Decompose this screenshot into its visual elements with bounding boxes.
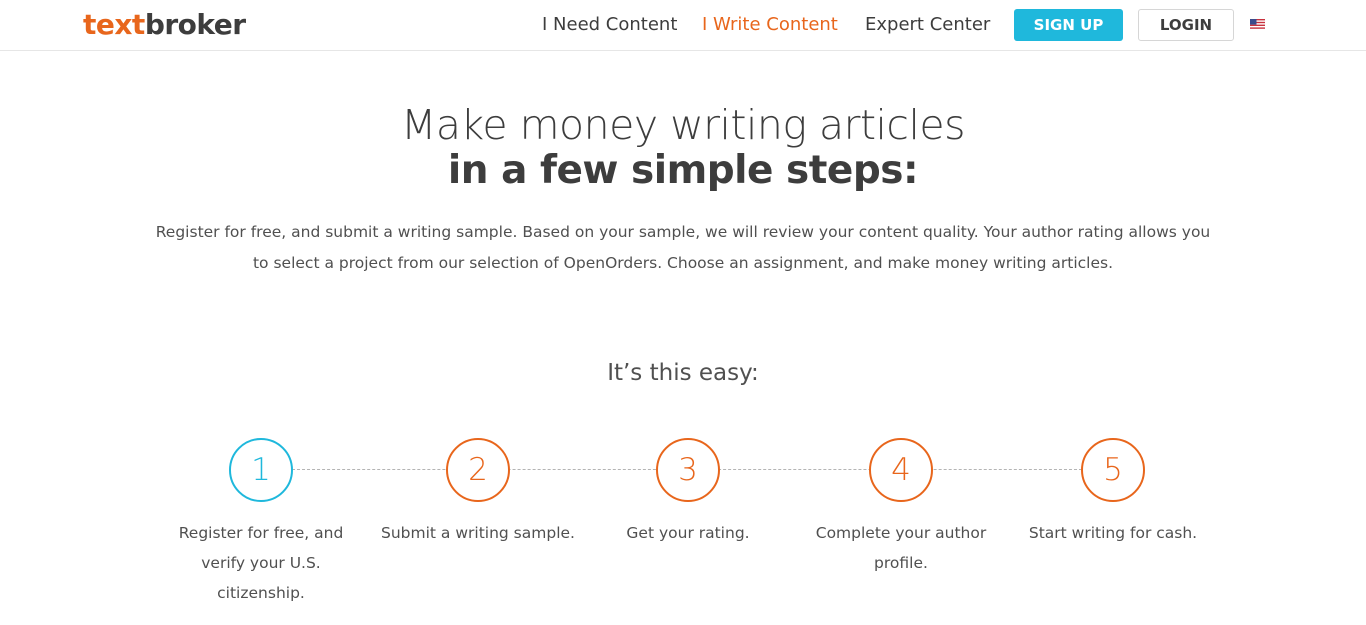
site-header: textbroker I Need Content I Write Conten… [0, 0, 1366, 51]
hero-description: Register for free, and submit a writing … [155, 223, 1211, 272]
signup-button[interactable]: SIGN UP [1014, 9, 1123, 41]
step-2-label: Submit a writing sample. [381, 524, 575, 542]
hero-title-line2: in a few simple steps: [447, 148, 919, 193]
logo-text-part: text [83, 8, 145, 41]
hero-title-line1: Make money writing articles [401, 101, 965, 149]
textbroker-logo[interactable]: textbroker [83, 8, 246, 42]
steps-title: It’s this easy: [607, 360, 759, 386]
login-button[interactable]: LOGIN [1138, 9, 1234, 41]
step-2-circle: 2 [446, 438, 510, 502]
logo-broker-part: broker [144, 8, 246, 41]
nav-expert-center[interactable]: Expert Center [865, 14, 990, 36]
nav-i-need-content[interactable]: I Need Content [542, 14, 677, 36]
nav-i-write-content[interactable]: I Write Content [702, 14, 838, 36]
us-flag-icon[interactable] [1250, 19, 1265, 30]
step-1-circle: 1 [229, 438, 293, 502]
step-4-label: Complete your author profile. [815, 524, 987, 572]
step-3-circle: 3 [656, 438, 720, 502]
step-3-label: Get your rating. [626, 524, 750, 542]
step-1-label: Register for free, and verify your U.S. … [178, 524, 344, 602]
step-4-circle: 4 [869, 438, 933, 502]
step-5-circle: 5 [1081, 438, 1145, 502]
step-5-label: Start writing for cash. [1028, 524, 1198, 542]
